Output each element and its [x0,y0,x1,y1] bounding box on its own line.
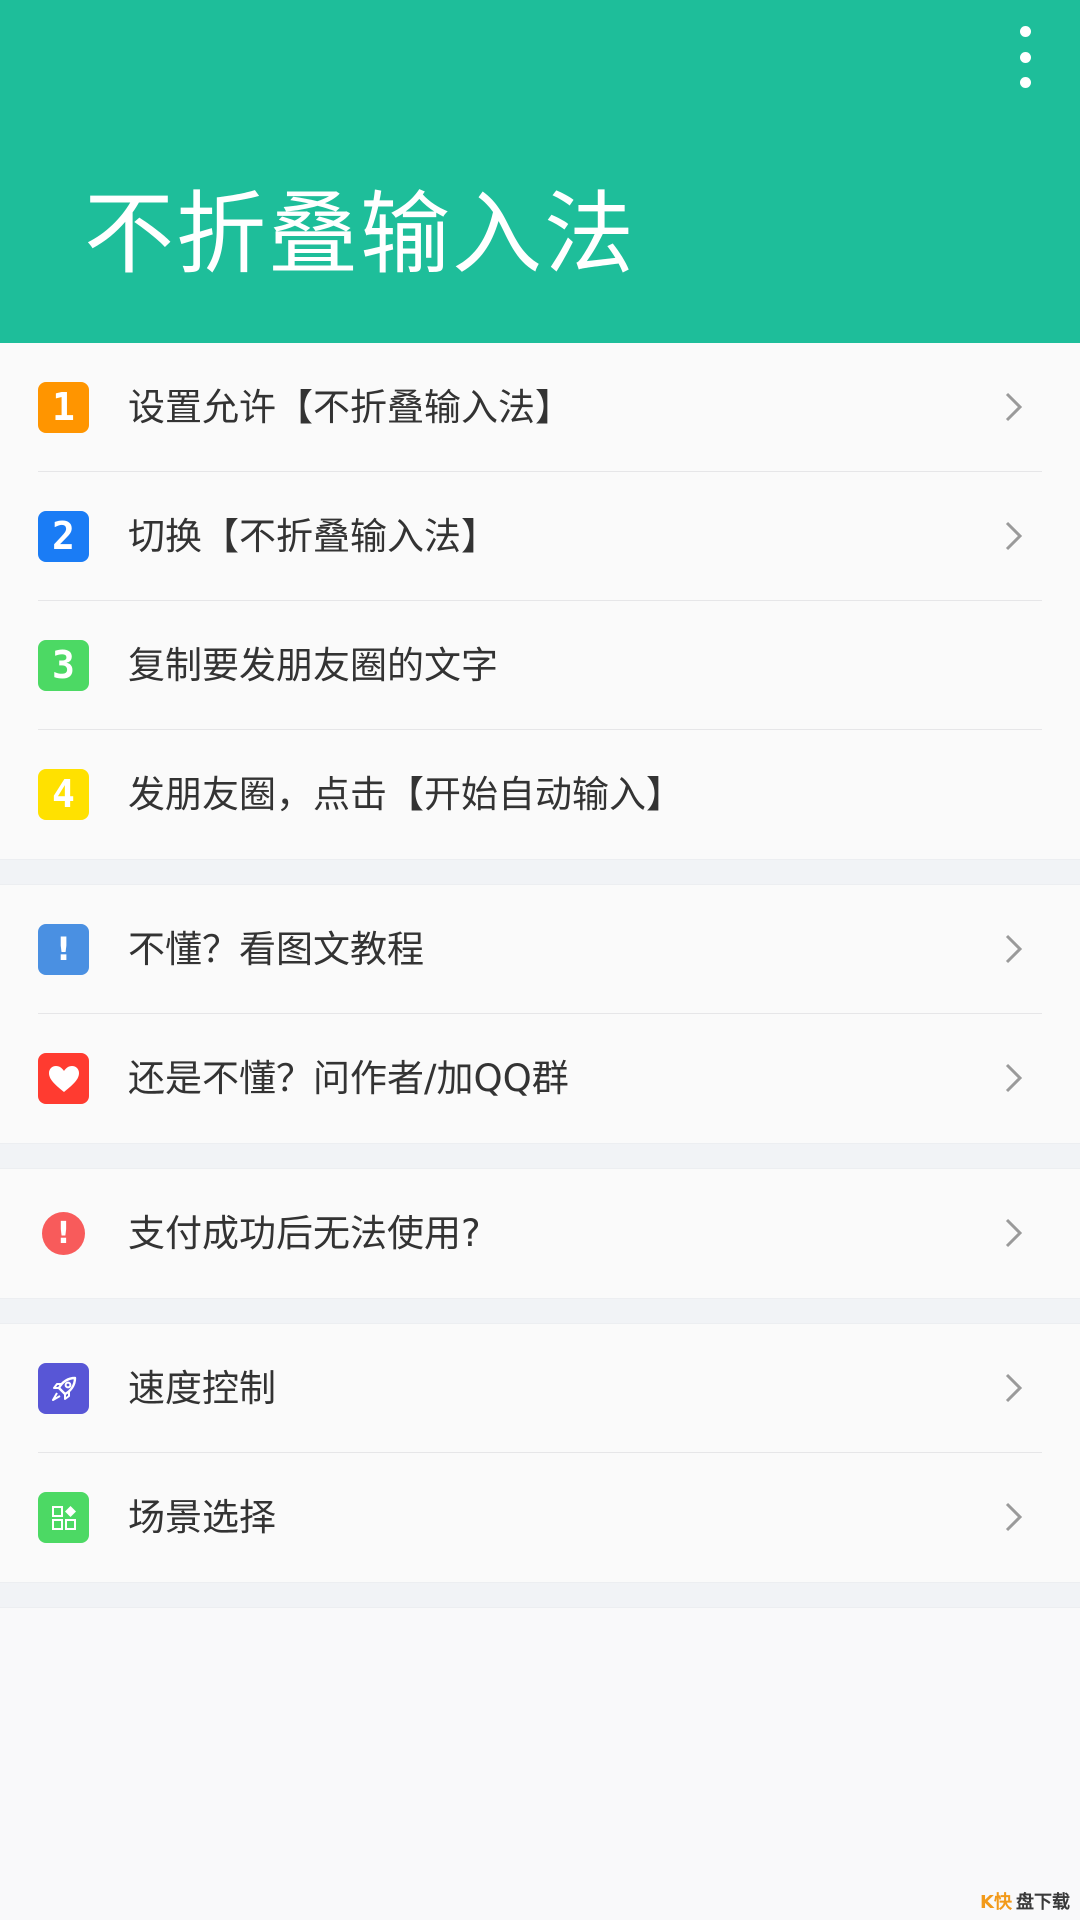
more-vertical-icon [1019,26,1031,37]
row-label: 不懂？看图文教程 [128,928,424,971]
step-4-post-moments: 4 发朋友圈，点击【开始自动输入】 [0,730,1080,859]
payment-issue-row[interactable]: ! 支付成功后无法使用? [0,1169,1080,1298]
contact-author-row[interactable]: 还是不懂？问作者/加QQ群 [0,1014,1080,1143]
more-vertical-icon-dot-2 [1019,51,1031,63]
speed-control-row[interactable]: 速度控制 [0,1324,1080,1453]
row-label: 设置允许【不折叠输入法】 [128,386,572,429]
step-3-badge-icon: 3 [38,640,89,691]
section-gap [0,1298,1080,1324]
step-3-copy-text: 3 复制要发朋友圈的文字 [0,601,1080,730]
row-label: 复制要发朋友圈的文字 [128,644,498,687]
chevron-right-icon [1005,1063,1023,1093]
row-label: 发朋友圈，点击【开始自动输入】 [128,773,683,816]
watermark-mark: K快 [980,1892,1012,1913]
watermark-text: 盘下载 [1016,1892,1070,1913]
heart-icon [38,1053,89,1104]
rocket-icon [38,1363,89,1414]
section-gap [0,1143,1080,1169]
steps-group: 1 设置允许【不折叠输入法】 2 切换【不折叠输入法】 3 复制要发朋友圈的文字… [0,343,1080,859]
settings-list: 1 设置允许【不折叠输入法】 2 切换【不折叠输入法】 3 复制要发朋友圈的文字… [0,343,1080,1608]
chevron-right-icon [1005,934,1023,964]
watermark-logo: K快 盘下载 [980,1888,1070,1914]
row-label: 速度控制 [128,1367,276,1410]
chevron-right-icon [1005,521,1023,551]
row-label: 支付成功后无法使用? [128,1212,481,1255]
scene-select-row[interactable]: 场景选择 [0,1453,1080,1582]
info-exclamation-icon: ! [38,924,89,975]
step-2-badge-icon: 2 [38,511,89,562]
section-gap [0,1582,1080,1608]
row-label: 场景选择 [128,1496,276,1539]
chevron-right-icon [1005,1373,1023,1403]
alert-circle-icon: ! [42,1212,85,1255]
chevron-right-icon [1005,392,1023,422]
section-gap [0,859,1080,885]
app-header: 不折叠输入法 [0,0,1080,343]
row-label: 还是不懂？问作者/加QQ群 [128,1057,569,1100]
help-group: ! 不懂？看图文教程 还是不懂？问作者/加QQ群 [0,885,1080,1143]
chevron-right-icon [1005,1502,1023,1532]
tutorial-row[interactable]: ! 不懂？看图文教程 [0,885,1080,1014]
options-group: 速度控制 场景选择 [0,1324,1080,1582]
step-1-allow-ime[interactable]: 1 设置允许【不折叠输入法】 [0,343,1080,472]
step-2-switch-ime[interactable]: 2 切换【不折叠输入法】 [0,472,1080,601]
chevron-right-icon [1005,1218,1023,1248]
payment-group: ! 支付成功后无法使用? [0,1169,1080,1298]
step-1-badge-icon: 1 [38,382,89,433]
grid-icon [38,1492,89,1543]
row-label: 切换【不折叠输入法】 [128,515,498,558]
more-options-button[interactable] [970,26,1080,88]
step-4-badge-icon: 4 [38,769,89,820]
app-title: 不折叠输入法 [84,182,636,287]
app-root: 不折叠输入法 1 设置允许【不折叠输入法】 2 切换【不折叠输入法】 3 复制要… [0,0,1080,1920]
more-vertical-icon-dot-3 [1019,77,1031,88]
